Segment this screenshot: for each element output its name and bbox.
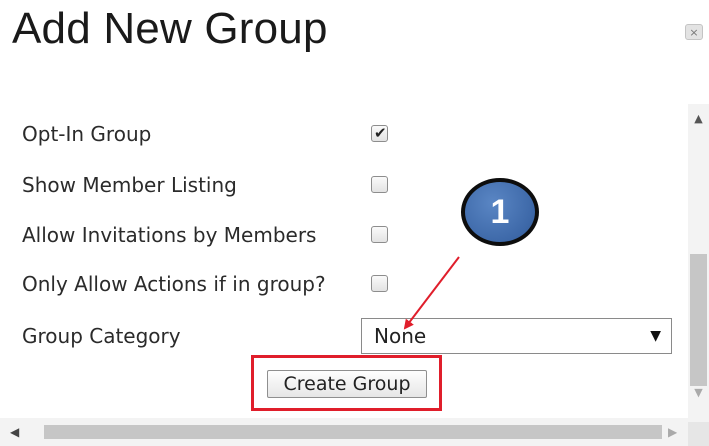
only-allow-actions-checkbox[interactable] [371, 275, 388, 292]
dialog-title: Add New Group [12, 4, 328, 53]
close-icon[interactable]: × [685, 24, 703, 40]
form-row-allow-invitations: Allow Invitations by Members [22, 220, 402, 250]
group-category-value: None [374, 324, 427, 348]
chevron-up-icon[interactable]: ▲ [688, 112, 709, 125]
chevron-right-icon[interactable]: ▶ [668, 418, 677, 446]
form-row-show-member-listing: Show Member Listing [22, 170, 402, 200]
vertical-scroll-thumb[interactable] [690, 254, 707, 386]
group-category-select[interactable]: None ▼ [361, 318, 672, 354]
create-group-highlight: Create Group [251, 355, 442, 411]
chevron-down-icon[interactable]: ▼ [688, 386, 709, 399]
group-category-label: Group Category [22, 324, 181, 348]
check-icon: ✔ [374, 124, 387, 142]
allow-invitations-label: Allow Invitations by Members [22, 223, 317, 247]
form-row-opt-in: Opt-In Group ✔ [22, 119, 402, 149]
vertical-scrollbar[interactable]: ▲ ▼ [688, 104, 709, 422]
step-number-badge: 1 [461, 178, 539, 246]
horizontal-scrollbar[interactable]: ◀ ▶ [0, 418, 688, 446]
show-member-listing-checkbox[interactable] [371, 176, 388, 193]
opt-in-group-checkbox[interactable]: ✔ [371, 125, 388, 142]
show-member-listing-label: Show Member Listing [22, 173, 237, 197]
horizontal-scroll-thumb[interactable] [44, 425, 662, 439]
create-group-button[interactable]: Create Group [267, 370, 427, 398]
only-allow-actions-label: Only Allow Actions if in group? [22, 272, 326, 296]
opt-in-group-label: Opt-In Group [22, 122, 152, 146]
chevron-down-icon: ▼ [650, 328, 661, 344]
form-row-only-allow-actions: Only Allow Actions if in group? [22, 269, 402, 299]
chevron-left-icon[interactable]: ◀ [10, 418, 19, 446]
allow-invitations-checkbox[interactable] [371, 226, 388, 243]
form-row-group-category: Group Category [22, 321, 352, 351]
scrollbar-corner [688, 422, 709, 446]
